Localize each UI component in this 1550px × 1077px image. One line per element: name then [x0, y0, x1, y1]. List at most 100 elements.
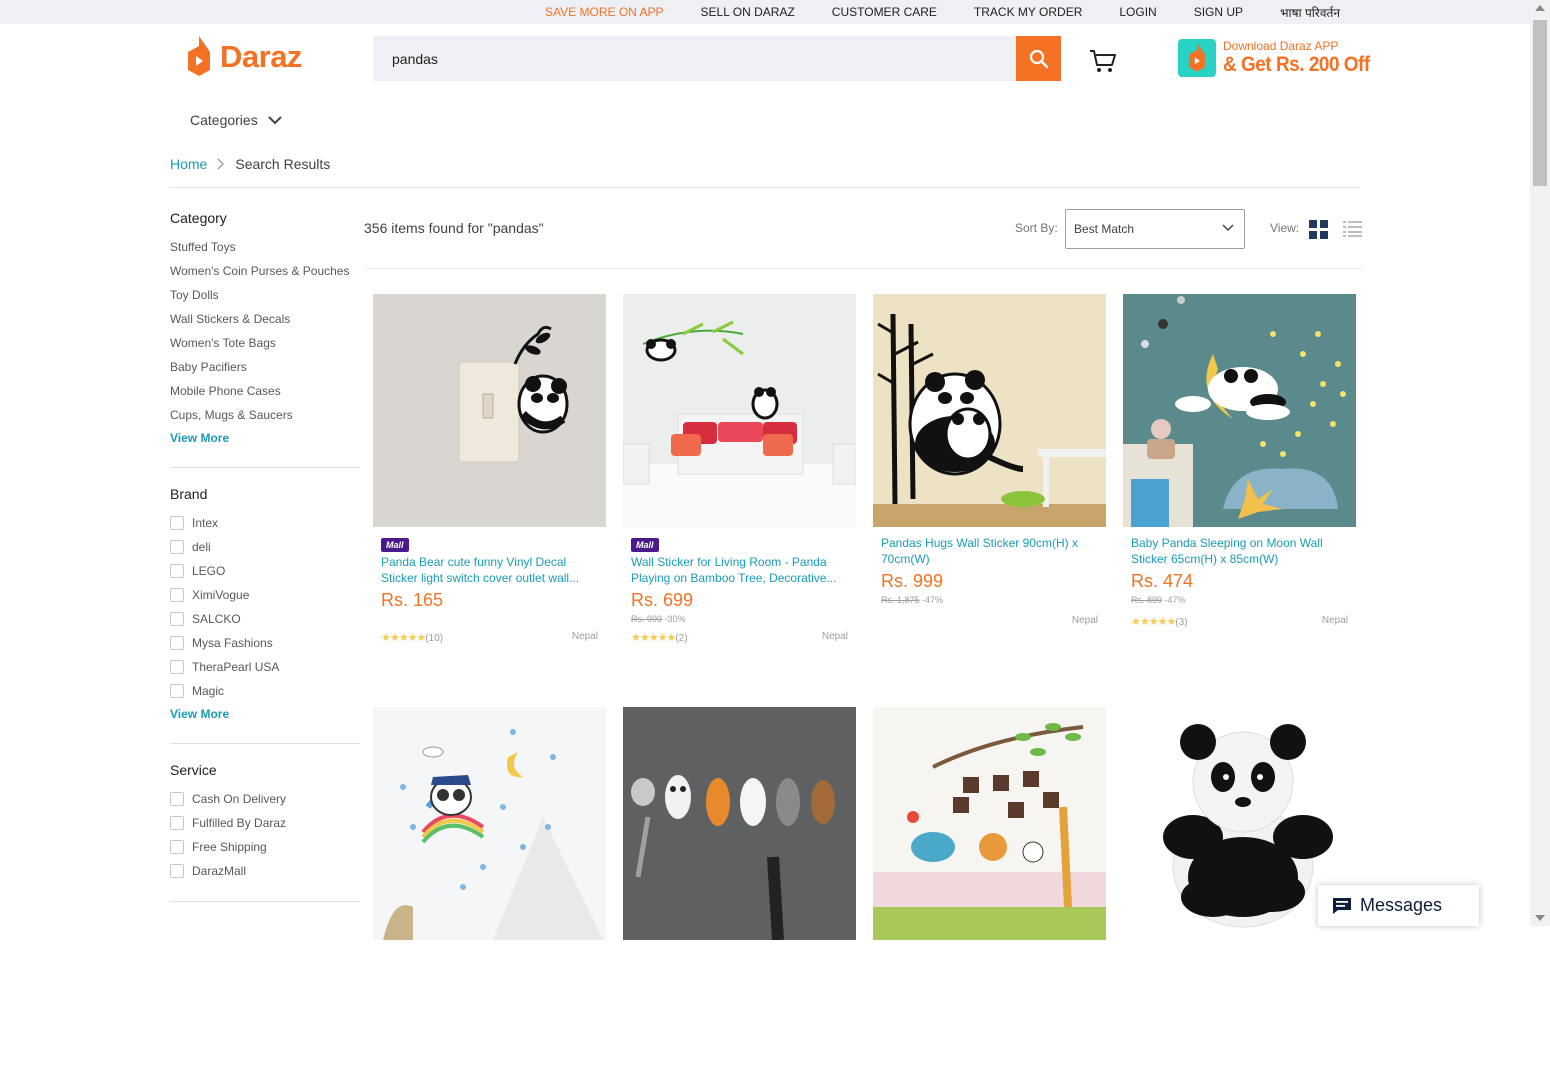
header: Daraz Download Daraz APP & Get Rs. 200 O…: [0, 24, 1530, 96]
product-meta: ★★★★★(3) Nepal: [1131, 615, 1348, 628]
sort-by-label: Sort By:: [1015, 221, 1058, 235]
daraz-logo-icon: [186, 36, 212, 78]
product-image[interactable]: [623, 294, 856, 527]
product-original-price: [381, 614, 598, 626]
brand-label: TheraPearl USA: [192, 660, 280, 674]
product-card[interactable]: [373, 707, 606, 1077]
brand-checkbox[interactable]: XimiVogue: [170, 583, 360, 607]
category-view-more-link[interactable]: View More: [170, 427, 360, 449]
product-location: Nepal: [571, 631, 598, 642]
category-link[interactable]: Women's Tote Bags: [170, 331, 360, 355]
checkbox-box[interactable]: [170, 540, 184, 554]
product-info: Baby Panda Sleeping on Moon Wall Sticker…: [1123, 527, 1356, 628]
sign-up-link[interactable]: SIGN UP: [1194, 5, 1243, 19]
messages-button[interactable]: Messages: [1318, 885, 1479, 926]
product-card[interactable]: Mall Wall Sticker for Living Room - Pand…: [623, 294, 856, 664]
brand-checkbox[interactable]: SALCKO: [170, 607, 360, 631]
scroll-down-icon[interactable]: [1535, 915, 1545, 921]
daraz-logo[interactable]: Daraz: [186, 36, 302, 78]
original-price: Rs. 999: [631, 614, 663, 624]
service-filter: Service Cash On Delivery Fulfilled By Da…: [170, 762, 360, 902]
save-more-on-app-link[interactable]: SAVE MORE ON APP: [545, 5, 663, 19]
brand-view-more-link[interactable]: View More: [170, 703, 360, 725]
change-language-link[interactable]: भाषा परिवर्तन: [1280, 4, 1340, 21]
category-link[interactable]: Cups, Mugs & Saucers: [170, 403, 360, 427]
checkbox-box[interactable]: [170, 684, 184, 698]
product-image[interactable]: [873, 294, 1106, 527]
brand-filter: Brand Intex deli LEGO XimiVogue SALCKO M…: [170, 486, 360, 744]
product-title[interactable]: Baby Panda Sleeping on Moon Wall Sticker…: [1131, 535, 1348, 567]
checkbox-box[interactable]: [170, 792, 184, 806]
top-utility-bar: SAVE MORE ON APP SELL ON DARAZ CUSTOMER …: [0, 0, 1530, 24]
category-link[interactable]: Women's Coin Purses & Pouches: [170, 259, 360, 283]
service-checkbox[interactable]: Fulfilled By Daraz: [170, 811, 360, 835]
mall-badge: Mall: [381, 538, 409, 552]
track-my-order-link[interactable]: TRACK MY ORDER: [974, 5, 1082, 19]
discount: -47%: [1164, 595, 1186, 605]
product-image[interactable]: [623, 707, 856, 940]
search-button[interactable]: [1016, 36, 1061, 81]
chevron-down-icon: [1222, 224, 1234, 232]
service-checkbox[interactable]: Free Shipping: [170, 835, 360, 859]
category-link[interactable]: Toy Dolls: [170, 283, 360, 307]
product-image[interactable]: [873, 707, 1106, 940]
service-label: Free Shipping: [192, 840, 267, 854]
breadcrumb-home[interactable]: Home: [170, 156, 207, 172]
product-card[interactable]: [623, 707, 856, 1077]
service-checkbox[interactable]: DarazMall: [170, 859, 360, 883]
category-link[interactable]: Wall Stickers & Decals: [170, 307, 360, 331]
download-app-banner[interactable]: Download Daraz APP & Get Rs. 200 Off: [1178, 39, 1386, 77]
product-card[interactable]: Baby Panda Sleeping on Moon Wall Sticker…: [1123, 294, 1356, 664]
original-price: Rs. 1,875: [881, 595, 920, 605]
grid-view-icon[interactable]: [1309, 220, 1328, 239]
category-link[interactable]: Baby Pacifiers: [170, 355, 360, 379]
product-image[interactable]: [373, 707, 606, 940]
category-link[interactable]: Stuffed Toys: [170, 235, 360, 259]
checkbox-box[interactable]: [170, 516, 184, 530]
customer-care-link[interactable]: CUSTOMER CARE: [832, 5, 937, 19]
checkbox-box[interactable]: [170, 564, 184, 578]
categories-menu[interactable]: Categories: [190, 112, 282, 128]
checkbox-box[interactable]: [170, 612, 184, 626]
sell-on-daraz-link[interactable]: SELL ON DARAZ: [701, 5, 795, 19]
product-card[interactable]: Mall Panda Bear cute funny Vinyl Decal S…: [373, 294, 606, 664]
list-view-icon[interactable]: [1343, 221, 1362, 237]
checkbox-box[interactable]: [170, 660, 184, 674]
product-title[interactable]: Wall Sticker for Living Room - Panda Pla…: [631, 554, 848, 586]
sort-dropdown-value: Best Match: [1074, 222, 1135, 236]
brand-checkbox[interactable]: Magic: [170, 679, 360, 703]
brand-checkbox[interactable]: deli: [170, 535, 360, 559]
product-image[interactable]: [373, 294, 606, 527]
sort-dropdown[interactable]: Best Match: [1065, 209, 1245, 249]
search-input[interactable]: [373, 36, 1016, 81]
login-link[interactable]: LOGIN: [1119, 5, 1156, 19]
brand-label: deli: [192, 540, 211, 554]
category-link[interactable]: Mobile Phone Cases: [170, 379, 360, 403]
product-price: Rs. 474: [1131, 571, 1194, 591]
checkbox-box[interactable]: [170, 816, 184, 830]
results-toolbar: 356 items found for "pandas" Sort By: Be…: [364, 209, 1364, 269]
page-scrollbar[interactable]: [1530, 0, 1550, 926]
product-card[interactable]: Pandas Hugs Wall Sticker 90cm(H) x 70cm(…: [873, 294, 1106, 664]
brand-label: XimiVogue: [192, 588, 250, 602]
checkbox-box[interactable]: [170, 588, 184, 602]
brand-checkbox[interactable]: TheraPearl USA: [170, 655, 360, 679]
checkbox-box[interactable]: [170, 864, 184, 878]
review-count: (3): [1175, 617, 1188, 628]
service-label: Fulfilled By Daraz: [192, 816, 287, 830]
scrollbar-thumb[interactable]: [1533, 20, 1547, 186]
discount: -47%: [922, 595, 944, 605]
brand-checkbox[interactable]: LEGO: [170, 559, 360, 583]
product-title[interactable]: Pandas Hugs Wall Sticker 90cm(H) x 70cm(…: [881, 535, 1098, 567]
product-title[interactable]: Panda Bear cute funny Vinyl Decal Sticke…: [381, 554, 598, 586]
checkbox-box[interactable]: [170, 840, 184, 854]
checkbox-box[interactable]: [170, 636, 184, 650]
brand-checkbox[interactable]: Intex: [170, 511, 360, 535]
service-checkbox[interactable]: Cash On Delivery: [170, 787, 360, 811]
scroll-up-icon[interactable]: [1535, 5, 1545, 11]
product-image[interactable]: [1123, 294, 1356, 527]
breadcrumb: Home Search Results: [170, 156, 330, 172]
brand-checkbox[interactable]: Mysa Fashions: [170, 631, 360, 655]
cart-icon[interactable]: [1088, 48, 1118, 74]
product-card[interactable]: [873, 707, 1106, 1077]
